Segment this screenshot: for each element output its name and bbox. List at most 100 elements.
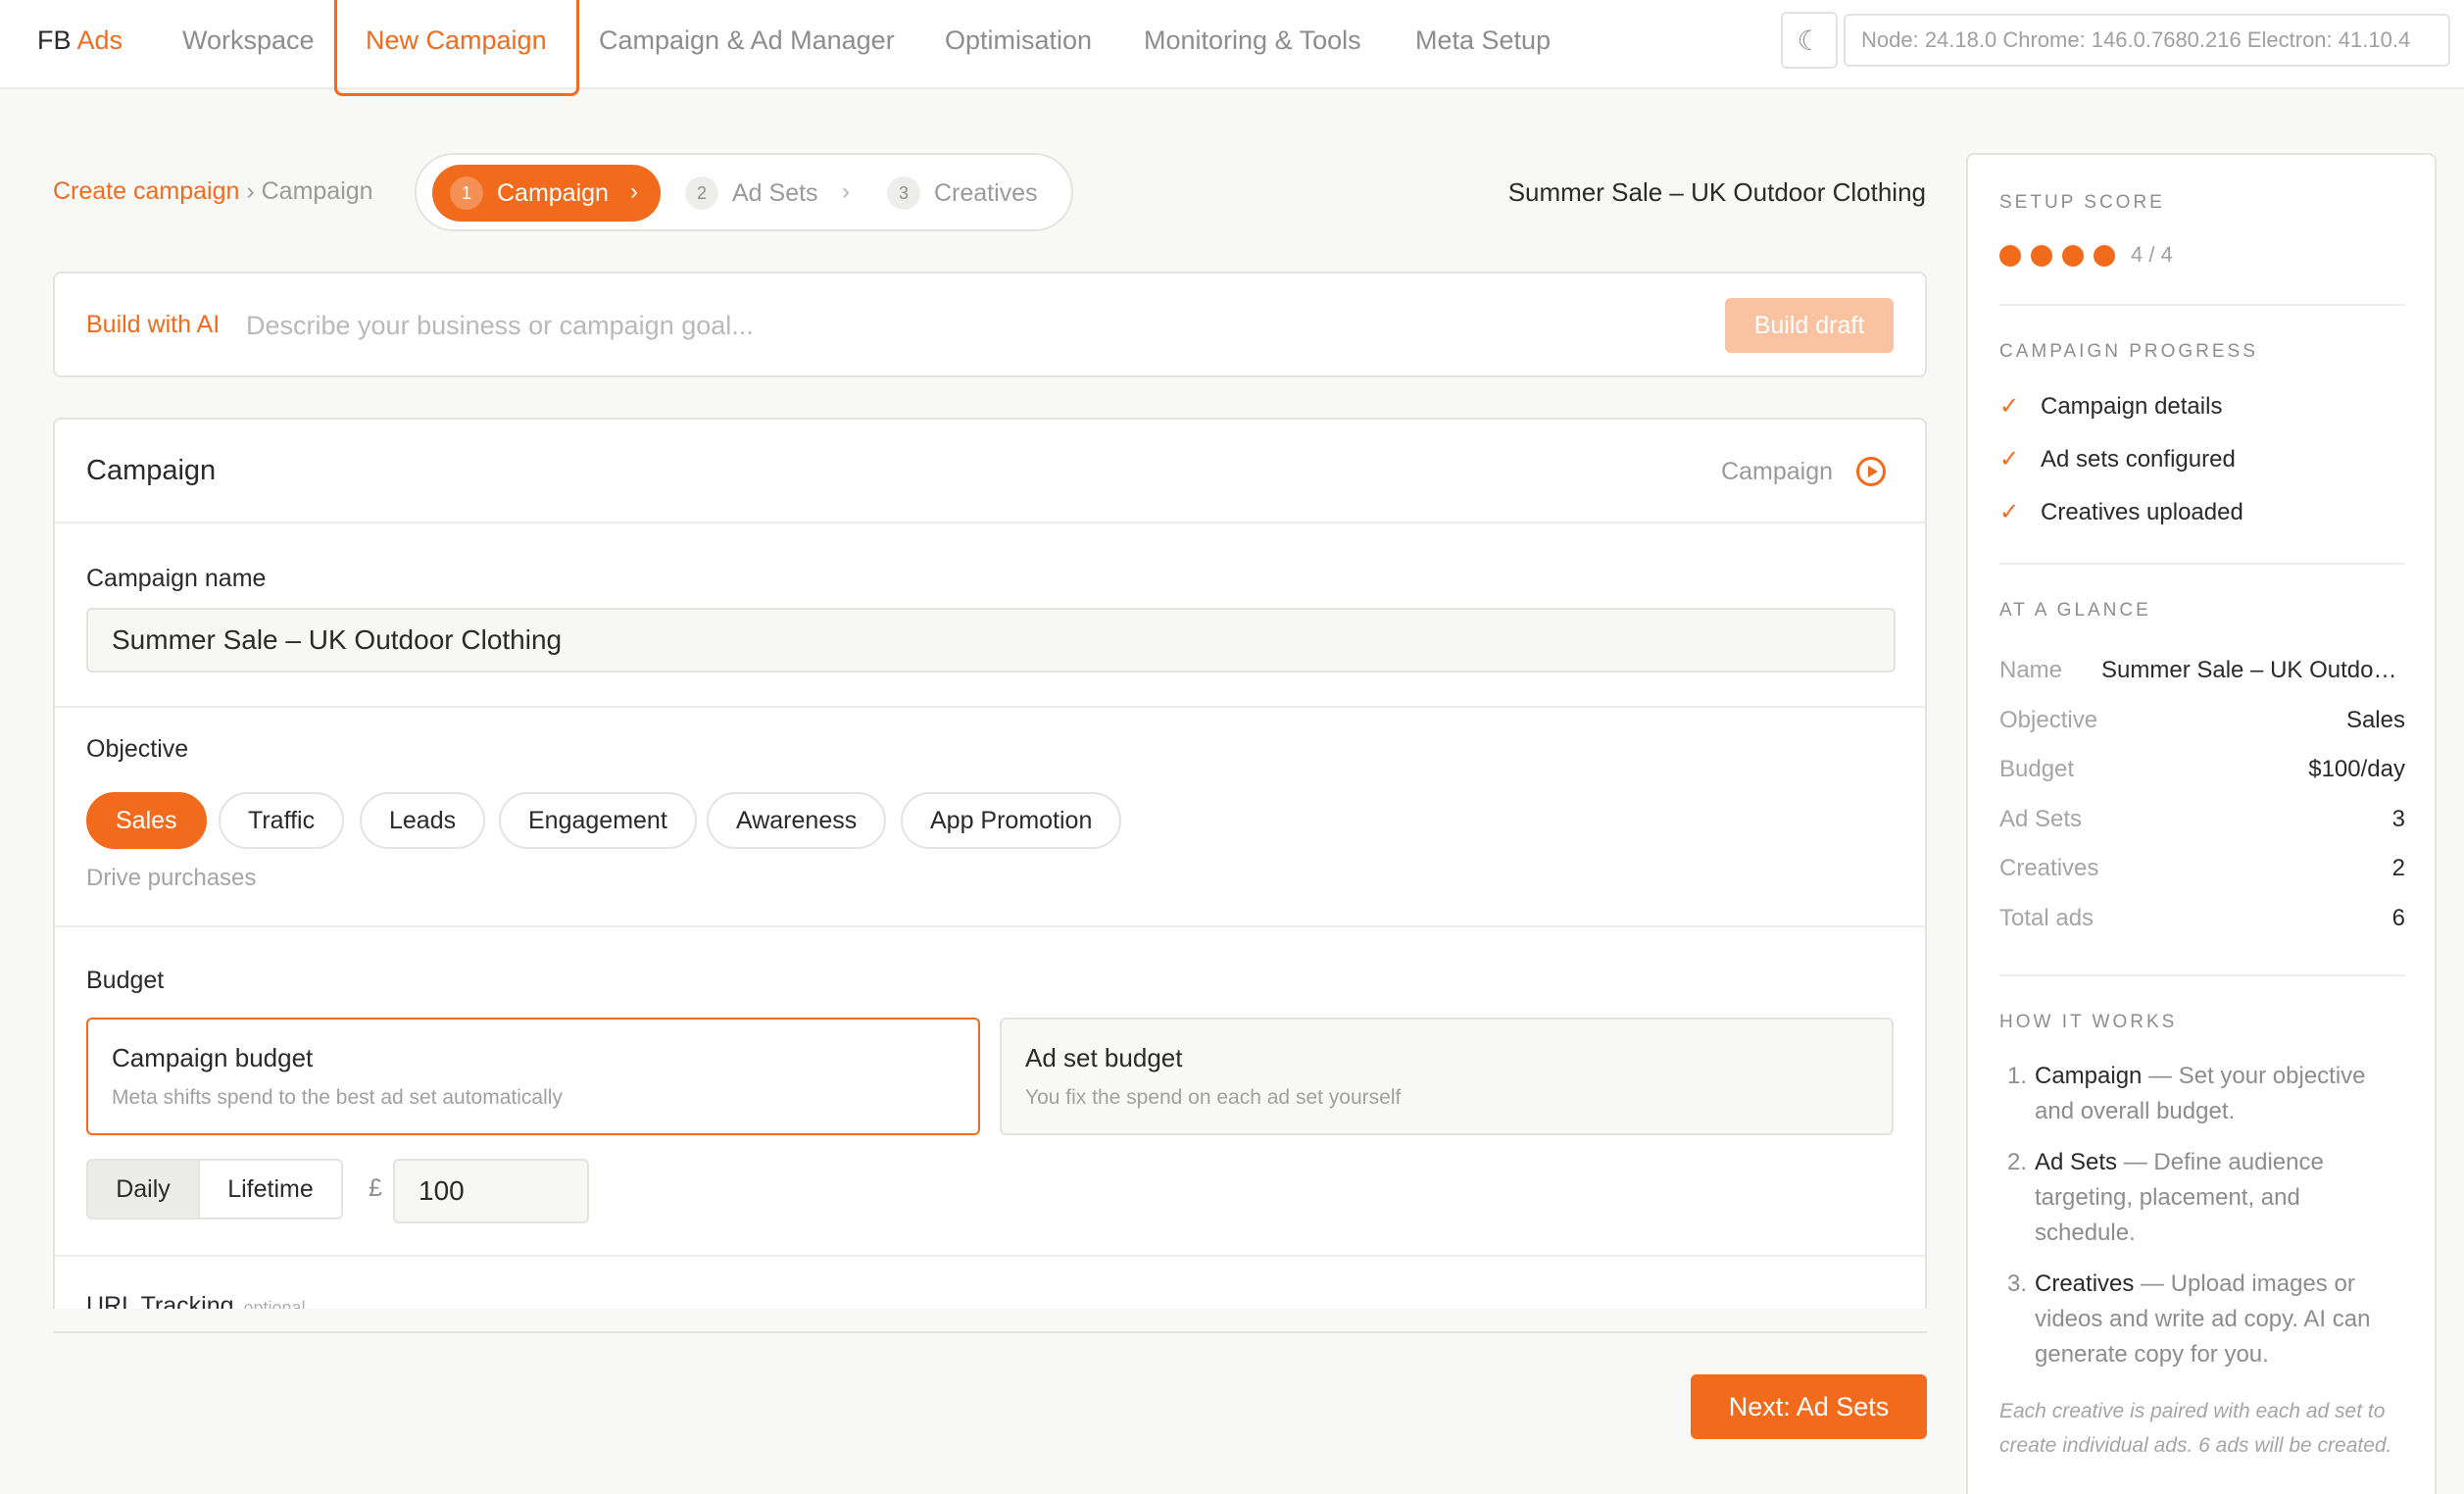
objective-engagement[interactable]: Engagement [499, 792, 697, 849]
brand-accent: Ads [76, 25, 123, 55]
play-circle-icon[interactable] [1856, 457, 1886, 486]
next-ad-sets-button[interactable]: Next: Ad Sets [1691, 1374, 1927, 1439]
glance-row: Creatives 2 [1999, 855, 2405, 886]
step-creatives[interactable]: 3 Creatives [887, 165, 1063, 222]
panel-divider [1999, 563, 2405, 565]
score-dot [2094, 245, 2115, 267]
campaign-heading: Summer Sale – UK Outdoor Clothing [1507, 177, 1926, 207]
card-title: Campaign [86, 455, 217, 486]
glance-key: Objective [1999, 707, 2098, 733]
setup-score-heading: SETUP SCORE [1999, 192, 2165, 213]
glance-value: $100/day [2308, 756, 2405, 782]
nav-monitoring-tools[interactable]: Monitoring & Tools [1144, 25, 1361, 56]
option-title: Ad set budget [1025, 1043, 1183, 1072]
progress-label: Creatives uploaded [2041, 499, 2243, 525]
period-daily[interactable]: Daily [88, 1161, 198, 1218]
progress-label: Campaign details [2041, 393, 2223, 420]
campaign-card: Campaign Campaign Campaign name Objectiv… [53, 418, 1927, 1309]
step-number: 3 [887, 176, 920, 210]
nav-workspace[interactable]: Workspace [182, 25, 315, 56]
budget-amount-input[interactable] [393, 1159, 589, 1223]
stepper: 1 Campaign › 2 Ad Sets › 3 Creatives [415, 153, 1073, 231]
period-lifetime[interactable]: Lifetime [198, 1161, 341, 1218]
breadcrumb: Create campaign › Campaign [53, 177, 373, 206]
top-nav: FB Ads Workspace New Campaign Campaign &… [0, 0, 2464, 96]
objective-app-promotion[interactable]: App Promotion [901, 792, 1122, 849]
brand-logo[interactable]: FB Ads [37, 25, 123, 56]
how-step-number: 3. [2007, 1270, 2028, 1297]
step-label: Campaign [497, 179, 609, 207]
divider [55, 925, 1925, 927]
campaign-name-input[interactable] [86, 608, 1896, 672]
option-description: Meta shifts spend to the best ad set aut… [112, 1086, 563, 1109]
objective-awareness[interactable]: Awareness [707, 792, 887, 849]
currency-symbol: £ [369, 1174, 382, 1202]
check-icon: ✓ [1999, 446, 2020, 473]
how-step-title: Creatives [2035, 1270, 2135, 1297]
how-step-number: 1. [2007, 1063, 2028, 1089]
glance-heading: AT A GLANCE [1999, 600, 2151, 621]
progress-item: ✓ Ad sets configured [1999, 445, 2236, 473]
check-icon: ✓ [1999, 393, 2020, 420]
glance-key: Creatives [1999, 855, 2099, 881]
pairing-note: Each creative is paired with each ad set… [1999, 1400, 2392, 1457]
how-it-works-heading: HOW IT WORKS [1999, 1012, 2178, 1032]
objective-traffic[interactable]: Traffic [219, 792, 345, 849]
budget-period-toggle: Daily Lifetime [86, 1159, 343, 1220]
build-draft-button[interactable]: Build draft [1725, 298, 1894, 353]
step-label: Ad Sets [732, 179, 818, 207]
option-title: Campaign budget [112, 1043, 314, 1072]
nav-new-campaign[interactable]: New Campaign [366, 25, 547, 56]
ad-set-budget-option[interactable]: Ad set budget You fix the spend on each … [1000, 1018, 1894, 1135]
progress-item: ✓ Creatives uploaded [1999, 498, 2243, 526]
glance-value: 6 [2391, 905, 2405, 931]
check-icon: ✓ [1999, 499, 2020, 525]
moon-icon: ☾ [1797, 25, 1822, 56]
summary-panel: SETUP SCORE 4 / 4 CAMPAIGN PROGRESS ✓ Cam… [1966, 153, 2437, 1494]
progress-item: ✓ Campaign details [1999, 392, 2222, 421]
campaign-budget-option[interactable]: Campaign budget Meta shifts spend to the… [86, 1018, 980, 1135]
how-step: 3. Creatives — Upload images or videos a… [1999, 1267, 2405, 1372]
campaign-name-section: Campaign name [55, 523, 1925, 708]
glance-value: Sales [2345, 707, 2405, 733]
step-campaign[interactable]: 1 Campaign › [432, 165, 661, 222]
footer-divider [53, 1331, 1927, 1333]
panel-divider [1999, 974, 2405, 976]
optional-badge: optional [243, 1298, 306, 1309]
card-header: Campaign Campaign [55, 420, 1925, 523]
step-number: 1 [450, 176, 483, 210]
glance-value: Summer Sale – UK Outdoor Clothing [2101, 657, 2405, 683]
ai-prompt-input[interactable] [246, 299, 1755, 352]
objective-sales[interactable]: Sales [86, 792, 207, 849]
objective-leads[interactable]: Leads [360, 792, 486, 849]
how-step-number: 2. [2007, 1149, 2028, 1175]
nav-campaign-ad-manager[interactable]: Campaign & Ad Manager [599, 25, 895, 56]
glance-row: Objective Sales [1999, 707, 2405, 738]
score-dot [2031, 245, 2052, 267]
nav-meta-setup[interactable]: Meta Setup [1415, 25, 1551, 56]
card-tag: Campaign [1721, 458, 1833, 485]
divider [55, 1255, 1925, 1257]
nav-optimisation[interactable]: Optimisation [945, 25, 1092, 56]
breadcrumb-current: Campaign [261, 177, 373, 205]
objective-label: Objective [86, 735, 189, 763]
glance-value: 2 [2391, 855, 2405, 881]
theme-toggle-button[interactable]: ☾ [1781, 12, 1838, 69]
score-text: 4 / 4 [2131, 242, 2173, 267]
breadcrumb-separator: › [246, 177, 255, 205]
how-step-title: Ad Sets [2035, 1149, 2118, 1175]
option-description: You fix the spend on each ad set yoursel… [1025, 1086, 1402, 1109]
glance-row: Ad Sets 3 [1999, 806, 2405, 837]
objective-hint: Drive purchases [86, 865, 257, 891]
glance-key: Name [1999, 657, 2063, 683]
step-number: 2 [685, 176, 718, 210]
url-tracking-label: URL Tracking optional [86, 1292, 306, 1309]
breadcrumb-link[interactable]: Create campaign [53, 177, 239, 205]
version-info: Node: 24.18.0 Chrome: 146.0.7680.216 Ele… [1844, 14, 2450, 67]
step-ad-sets[interactable]: 2 Ad Sets › [685, 165, 881, 222]
progress-heading: CAMPAIGN PROGRESS [1999, 341, 2258, 362]
progress-label: Ad sets configured [2041, 446, 2236, 473]
ai-builder-bar: Build with AI Build draft [53, 272, 1927, 377]
glance-key: Total ads [1999, 905, 2094, 931]
campaign-name-label: Campaign name [86, 565, 267, 592]
